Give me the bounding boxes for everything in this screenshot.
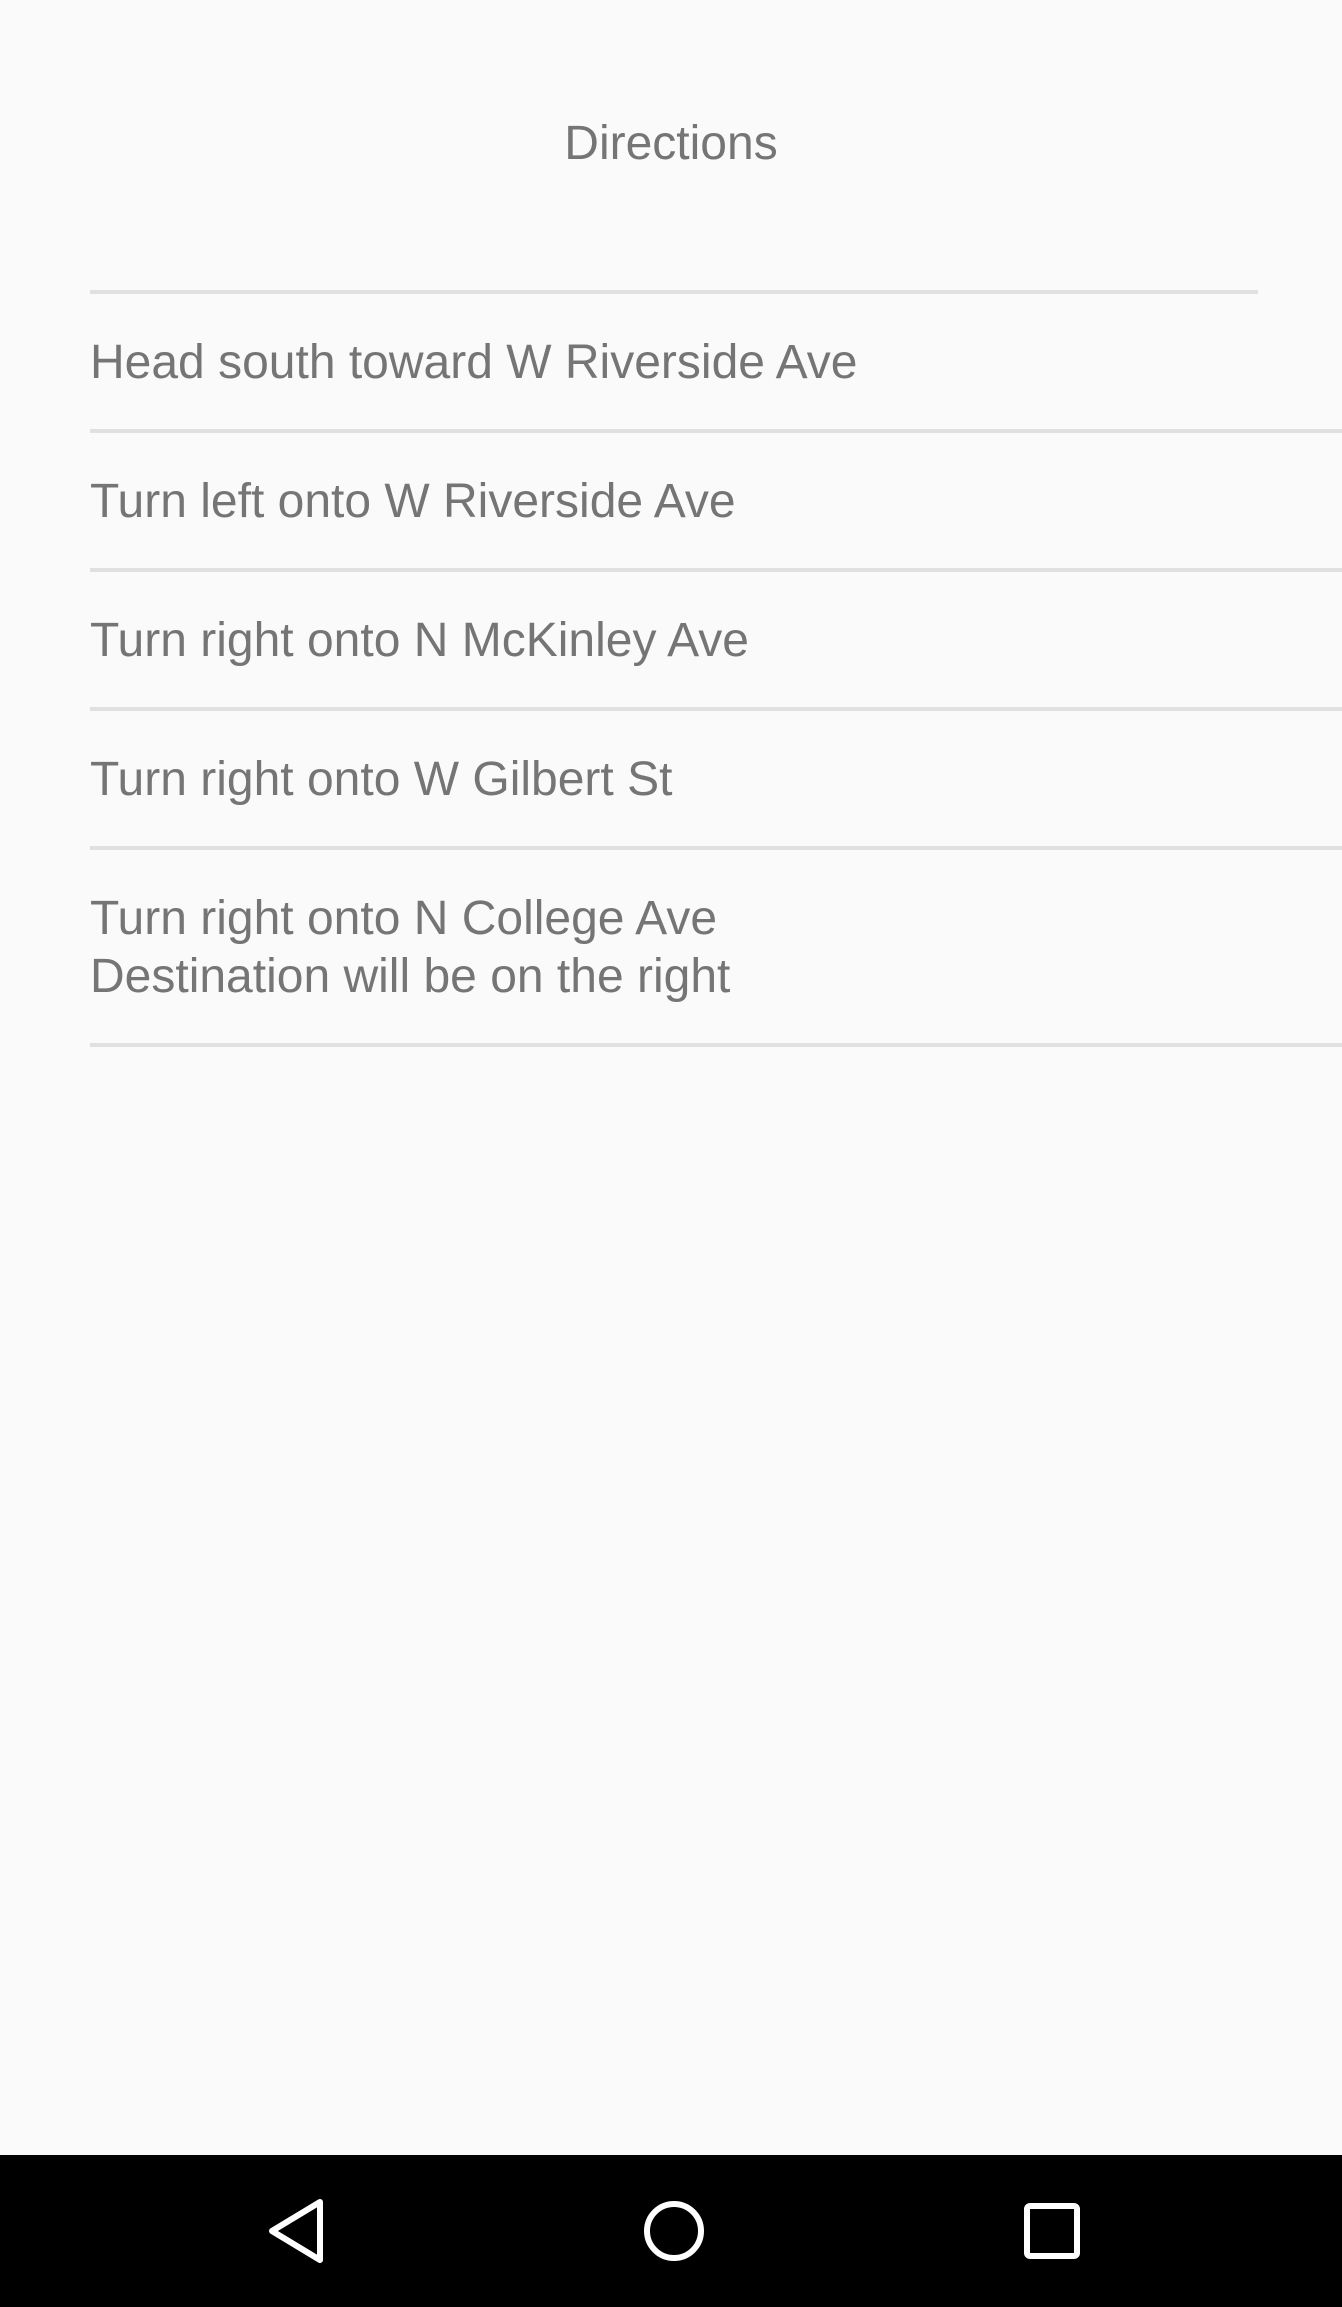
back-button[interactable] bbox=[246, 2181, 346, 2281]
recents-icon bbox=[1024, 2203, 1080, 2259]
step-instruction: Head south toward W Riverside Ave bbox=[90, 336, 858, 389]
directions-list: Head south toward W Riverside Ave Turn l… bbox=[90, 294, 1342, 1047]
step-instruction: Turn left onto W Riverside Ave bbox=[90, 475, 736, 528]
page-title: Directions bbox=[564, 117, 778, 170]
step-instruction: Turn right onto N College Ave bbox=[90, 892, 718, 945]
home-icon bbox=[644, 2201, 704, 2261]
directions-screen: Directions Head south toward W Riverside… bbox=[0, 0, 1342, 2155]
home-button[interactable] bbox=[624, 2181, 724, 2281]
list-item[interactable]: Head south toward W Riverside Ave bbox=[90, 294, 1342, 433]
list-item[interactable]: Turn right onto N McKinley Ave bbox=[90, 572, 1342, 711]
list-item[interactable]: Turn right onto N College Ave Destinatio… bbox=[90, 850, 1342, 1047]
recents-button[interactable] bbox=[1002, 2181, 1102, 2281]
back-icon bbox=[269, 2199, 323, 2263]
list-item[interactable]: Turn right onto W Gilbert St bbox=[90, 711, 1342, 850]
step-instruction: Turn right onto N McKinley Ave bbox=[90, 614, 749, 667]
list-item[interactable]: Turn left onto W Riverside Ave bbox=[90, 433, 1342, 572]
step-instruction: Turn right onto W Gilbert St bbox=[90, 753, 673, 806]
step-note: Destination will be on the right bbox=[90, 950, 731, 1003]
system-navigation-bar bbox=[0, 2155, 1342, 2307]
